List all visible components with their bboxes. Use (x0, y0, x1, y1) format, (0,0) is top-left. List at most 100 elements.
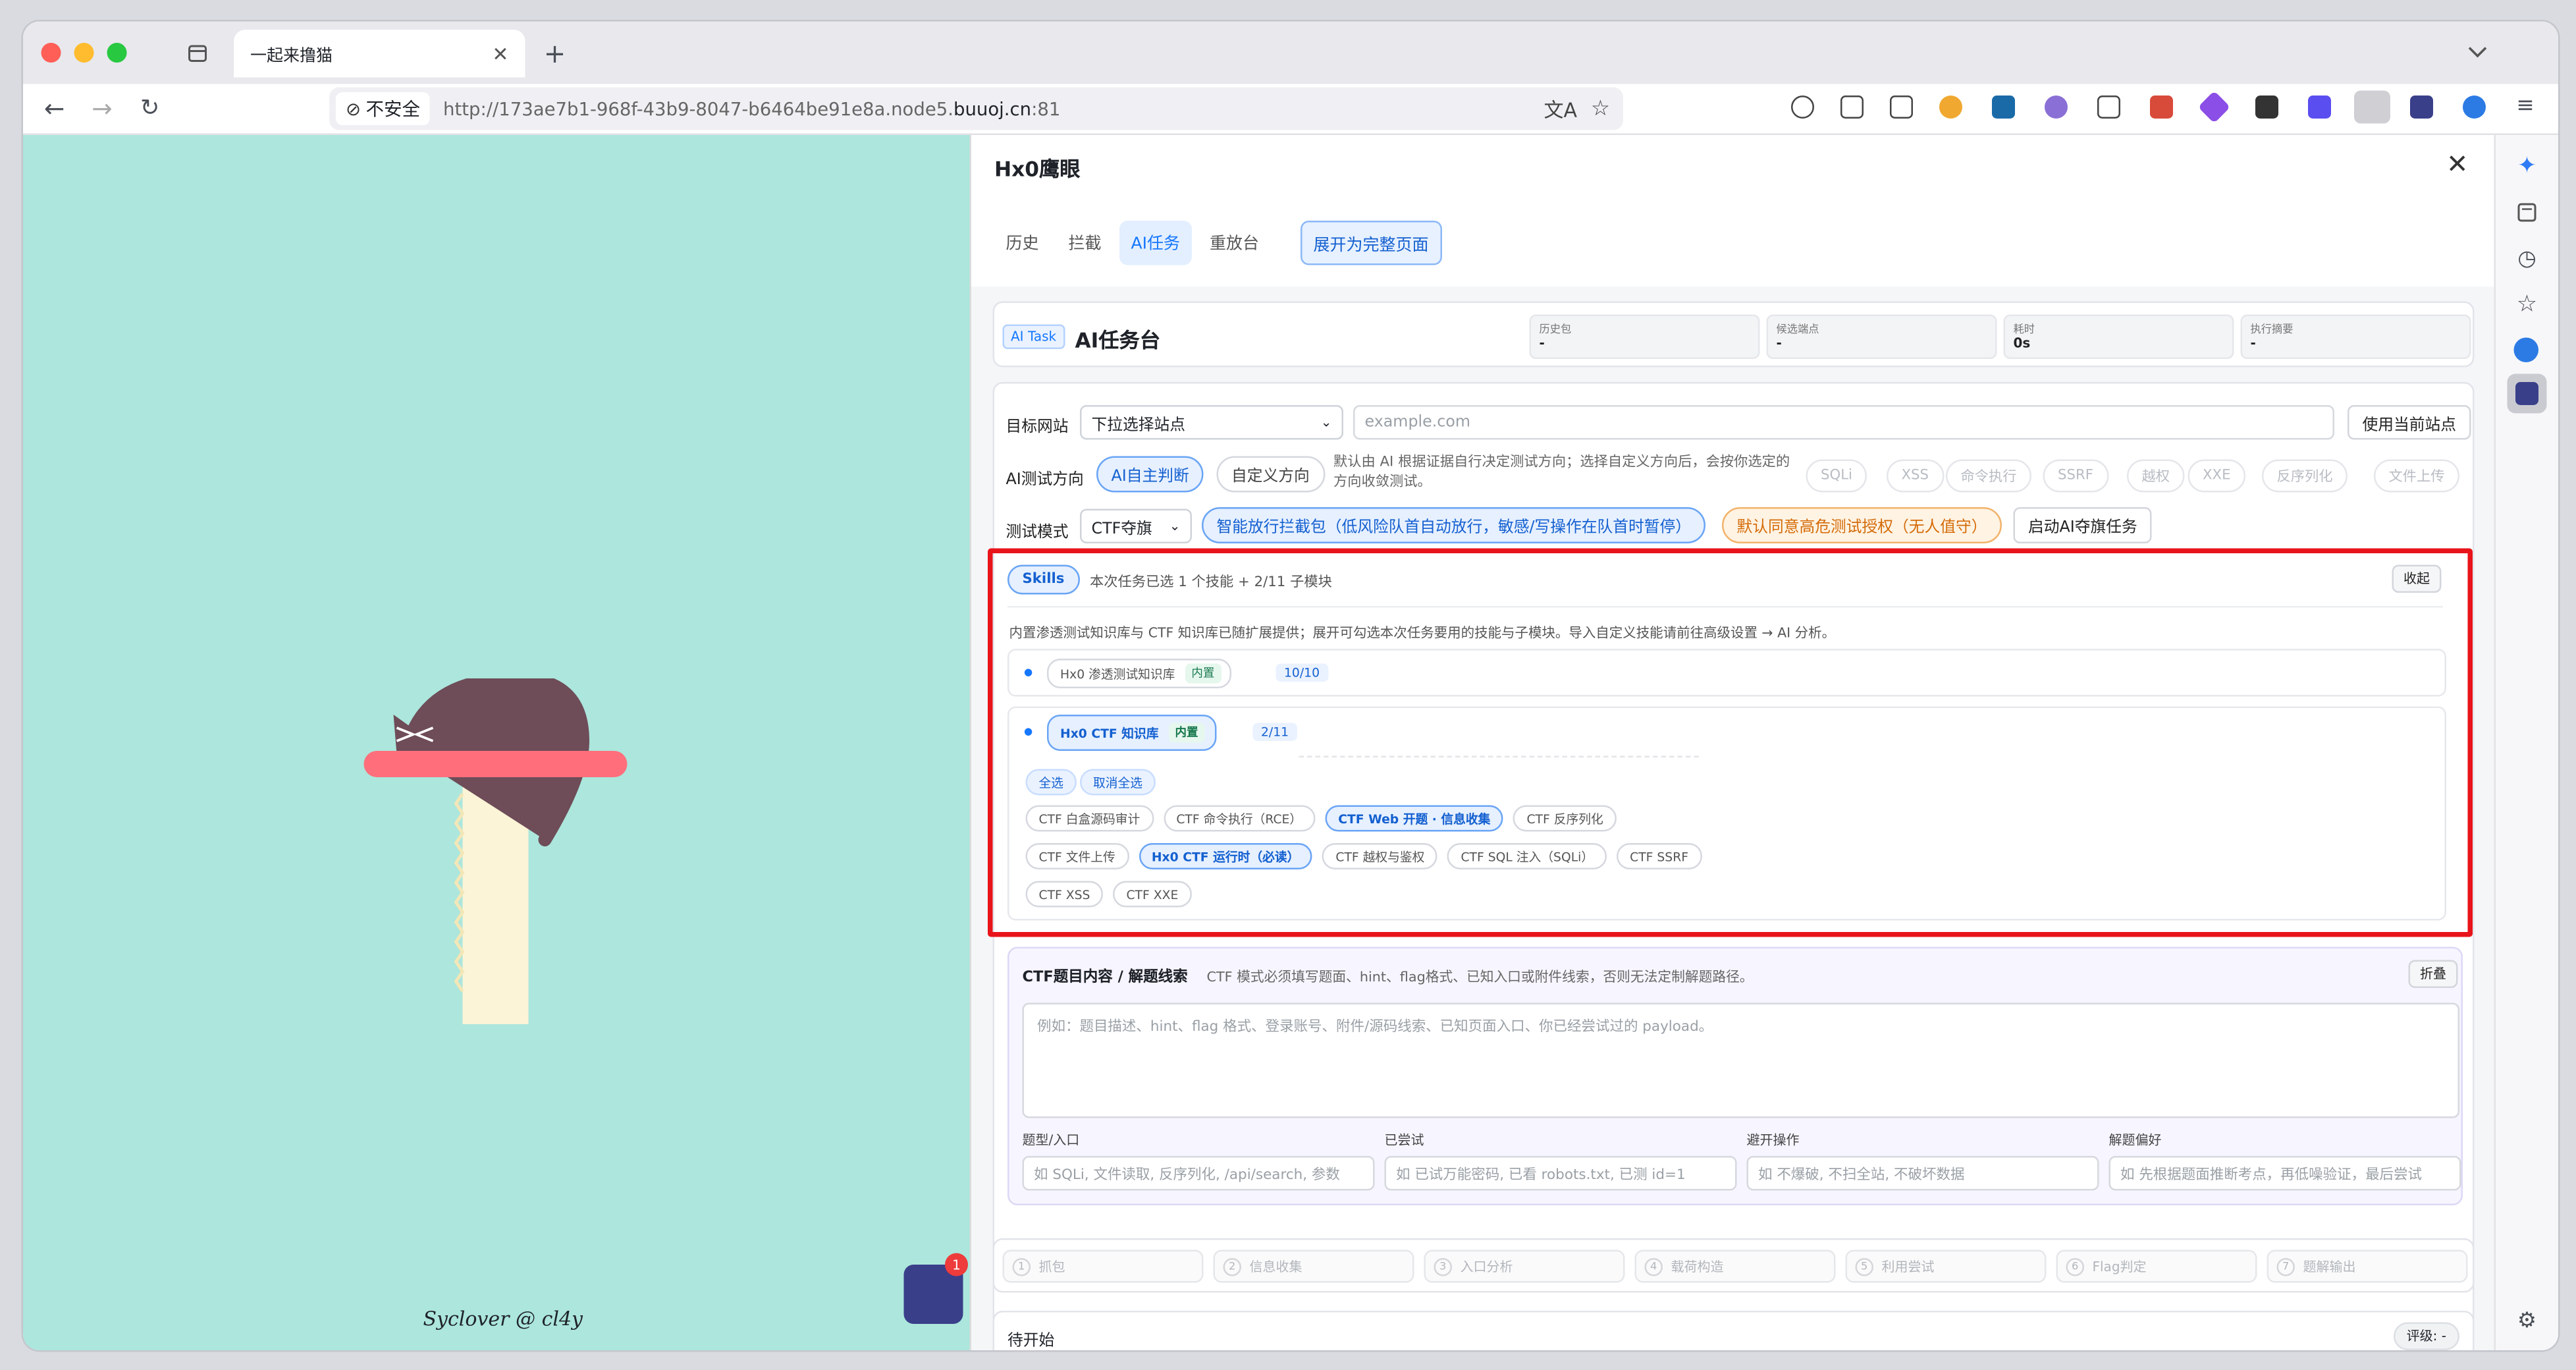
tab-ai-task[interactable]: AI任务 (1119, 221, 1192, 265)
direction-hint: 默认由 AI 根据证据自行决定测试方向；选择自定义方向后，会按你选定的方向收敛测… (1333, 454, 1790, 491)
url-text: http://173ae7b1-968f-43b9-8047-b6464be91… (443, 98, 1060, 120)
target-url-input[interactable]: example.com (1353, 405, 2334, 440)
direction-option-chip[interactable]: XXE (2187, 459, 2246, 493)
field-label-type: 题型/入口 (1022, 1133, 1080, 1148)
menu-icon[interactable]: ≡ (2512, 92, 2538, 119)
sidebar-hx0-icon[interactable] (2507, 373, 2547, 414)
tab-overview-icon[interactable] (184, 40, 211, 66)
notification-badge: 1 (945, 1253, 968, 1276)
site-select[interactable]: 下拉选择站点 ⌄ (1080, 405, 1343, 440)
skill-chip[interactable]: CTF XXE (1113, 881, 1192, 908)
ctf-fold-button[interactable]: 折叠 (2408, 960, 2458, 988)
tab-close-icon[interactable]: ✕ (492, 42, 508, 65)
skill-chip[interactable]: CTF 文件上传 (1025, 843, 1129, 869)
use-current-site-button[interactable]: 使用当前站点 (2348, 405, 2471, 440)
insecure-label: 不安全 (365, 99, 421, 121)
task-config-card: 目标网站 下拉选择站点 ⌄ example.com 使用当前站点 AI测试方向 A… (988, 382, 2475, 1337)
new-tab-icon[interactable]: + (540, 37, 570, 68)
extensions-puzzle-icon[interactable] (1840, 96, 1864, 119)
ext-crop-icon[interactable] (2097, 96, 2120, 119)
tab-replay[interactable]: 重放台 (1198, 221, 1270, 265)
skill-chip[interactable]: CTF 反序列化 (1513, 805, 1617, 832)
forward-icon[interactable]: → (88, 94, 117, 124)
field-label-preference: 解题偏好 (2108, 1133, 2162, 1148)
back-icon[interactable]: ← (40, 94, 69, 124)
direction-option-chip[interactable]: 越权 (2127, 459, 2185, 493)
stat-value: - (2250, 336, 2256, 351)
panel-title: Hx0鹰眼 (994, 156, 1081, 182)
reload-icon[interactable]: ↻ (135, 94, 165, 124)
auto-authorize-toggle[interactable]: 默认同意高危测试授权（无人值守） (1722, 507, 2002, 543)
translate-icon[interactable]: 文A (1543, 95, 1577, 123)
kb-ctf-toggle[interactable]: Hx0 CTF 知识库 内置 (1047, 715, 1217, 751)
reading-list-icon[interactable] (2512, 198, 2542, 227)
skill-chip[interactable]: CTF SQL 注入（SQLi） (1447, 843, 1607, 869)
kb-pentest-toggle[interactable]: Hx0 渗透测试知识库 内置 (1047, 659, 1231, 688)
select-all-button[interactable]: 全选 (1025, 769, 1077, 796)
mode-select[interactable]: CTF夺旗 ⌄ (1080, 508, 1192, 543)
deselect-all-button[interactable]: 取消全选 (1080, 769, 1156, 796)
account-icon[interactable] (1791, 96, 1814, 119)
zoom-window-button[interactable] (107, 43, 127, 63)
skill-chip[interactable]: CTF 白盒源码审计 (1025, 805, 1154, 832)
direction-auto-button[interactable]: AI自主判断 (1096, 456, 1204, 493)
panel-close-icon[interactable]: ✕ (2446, 148, 2469, 180)
skill-chip-selected[interactable]: Hx0 CTF 运行时（必读） (1138, 843, 1313, 869)
direction-option-chip[interactable]: SQLi (1806, 459, 1867, 493)
tab-intercept[interactable]: 拦截 (1057, 221, 1113, 265)
skill-chip[interactable]: CTF 越权与鉴权 (1322, 843, 1438, 869)
settings-gear-icon[interactable]: ⚙ (2512, 1306, 2542, 1336)
direction-option-chip[interactable]: 命令执行 (1946, 459, 2032, 493)
bookmarks-star-icon[interactable]: ☆ (2512, 290, 2542, 319)
direction-option-chip[interactable]: 文件上传 (2374, 459, 2460, 493)
ext-screenshot-icon[interactable] (1890, 96, 1913, 119)
ext-people-icon[interactable] (2045, 96, 2068, 119)
ext-ghost-icon[interactable] (2255, 96, 2278, 119)
skill-row-1: CTF 白盒源码审计 CTF 命令执行（RCE） CTF Web 开题 · 信息… (1025, 805, 1617, 832)
ext-fox-icon[interactable] (1939, 96, 1962, 119)
direction-custom-button[interactable]: 自定义方向 (1216, 456, 1325, 493)
skill-chip-selected[interactable]: CTF Web 开题 · 信息收集 (1325, 805, 1504, 832)
stat-label: 执行摘要 (2250, 323, 2294, 336)
tab-history[interactable]: 历史 (994, 221, 1050, 265)
skills-summary: 本次任务已选 1 个技能 + 2/11 子模块 (1090, 574, 1332, 591)
history-clock-icon[interactable]: ◷ (2512, 244, 2542, 273)
ai-sparkle-icon[interactable]: ✦ (2512, 151, 2542, 181)
start-ctf-task-button[interactable]: 启动AI夺旗任务 (2013, 507, 2153, 543)
skill-chip[interactable]: CTF 命令执行（RCE） (1163, 805, 1316, 832)
skill-row-2: CTF 文件上传 Hx0 CTF 运行时（必读） CTF 越权与鉴权 CTF S… (1025, 843, 1702, 869)
field-input-avoid[interactable]: 如 不爆破, 不扫全站, 不破坏数据 (1746, 1156, 2099, 1191)
ext-b-icon[interactable] (2308, 96, 2331, 119)
panel-tabs: 历史 拦截 AI任务 重放台 展开为完整页面 (994, 221, 1442, 265)
sidebar-globe-icon[interactable] (2513, 337, 2538, 362)
minimize-window-button[interactable] (74, 43, 94, 63)
bookmark-star-icon[interactable]: ☆ (1591, 96, 1610, 121)
stat-elapsed: 耗时 0s (2003, 314, 2234, 359)
skill-chip[interactable]: CTF XSS (1025, 881, 1104, 908)
stat-history: 历史包 - (1529, 314, 1760, 359)
ctf-content-textarea[interactable]: 例如：题目描述、hint、flag 格式、登录账号、附件/源码线索、已知页面入口… (1022, 1002, 2459, 1118)
tab-list-chevron-icon[interactable] (2463, 38, 2492, 68)
skills-collapse-button[interactable]: 收起 (2392, 564, 2442, 593)
direction-option-chip[interactable]: XSS (1887, 459, 1944, 493)
direction-option-chip[interactable]: SSRF (2043, 459, 2108, 493)
sidebar-toggle-icon[interactable] (2354, 90, 2390, 124)
ext-globe-icon[interactable] (2463, 96, 2486, 119)
tab-active[interactable]: 一起来撸猫 ✕ (234, 30, 525, 78)
ext-cors-icon[interactable] (2150, 96, 2173, 119)
field-input-tried[interactable]: 如 已试万能密码, 已看 robots.txt, 已测 id=1 (1384, 1156, 1737, 1191)
address-bar[interactable]: ⊘ 不安全 http://173ae7b1-968f-43b9-8047-b646… (329, 87, 1623, 130)
field-input-preference[interactable]: 如 先根据题面推断考点，再低噪验证，最后尝试 (2108, 1156, 2461, 1191)
expand-full-page-button[interactable]: 展开为完整页面 (1300, 221, 1442, 265)
security-indicator[interactable]: ⊘ 不安全 (336, 92, 431, 125)
ctf-content-section: CTF题目内容 / 解题线索 CTF 模式必须填写题面、hint、flag格式、… (1007, 946, 2463, 1205)
step-label: 入口分析 (1460, 1259, 1513, 1274)
ext-hx0-icon[interactable] (2410, 96, 2433, 119)
field-input-type[interactable]: 如 SQLi, 文件读取, 反序列化, /api/search, 参数 (1022, 1156, 1375, 1191)
direction-option-chip[interactable]: 反序列化 (2262, 459, 2348, 493)
skill-chip[interactable]: CTF SSRF (1617, 843, 1702, 869)
ext-terminal-icon[interactable] (1992, 96, 2015, 119)
close-window-button[interactable] (41, 43, 61, 63)
chevron-down-icon: ⌄ (1169, 518, 1181, 534)
smart-release-toggle[interactable]: 智能放行拦截包（低风险队首自动放行，敏感/写操作在队首时暂停） (1202, 507, 1706, 543)
